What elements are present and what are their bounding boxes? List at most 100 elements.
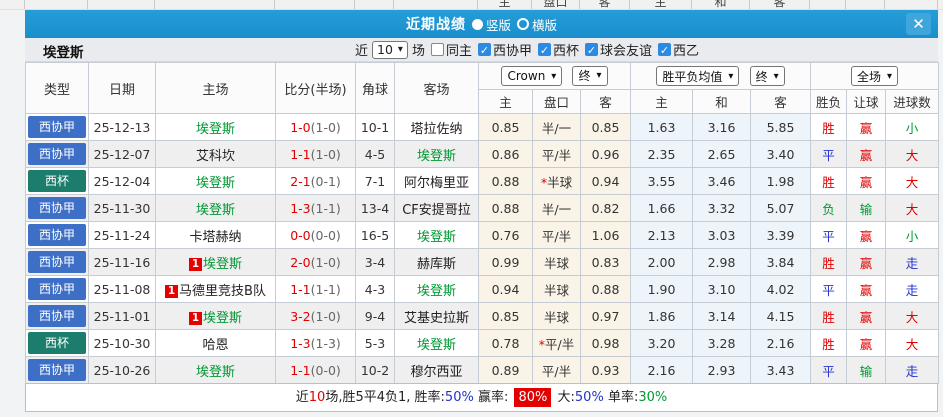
- vertical-layout-radio[interactable]: [471, 18, 483, 30]
- table-row: 西协甲 25-11-30 埃登斯 1-3(1-1) 13-4 CF安提哥拉 0.88 半/一 0…: [25, 194, 940, 222]
- summary-part: 近: [295, 390, 309, 405]
- league-cell: 西杯: [25, 329, 89, 357]
- summary-part: 赢率:: [473, 390, 513, 405]
- halftime-score: (1-1): [310, 200, 341, 216]
- away-team-cell: 埃登斯: [394, 140, 479, 168]
- fulltime-score: 1-3: [290, 200, 311, 216]
- avg-win-cell: 1.90: [630, 275, 694, 303]
- bookmaker-select[interactable]: Crown: [501, 66, 563, 87]
- away-team-name: 阿尔梅里亚: [403, 175, 469, 191]
- result-value: 胜: [822, 120, 835, 136]
- avg-lose-cell: 4.15: [750, 302, 812, 330]
- away-team-cell: 埃登斯: [394, 329, 479, 357]
- summary-part: 80%: [514, 388, 552, 407]
- horizontal-layout-radio[interactable]: [517, 18, 529, 30]
- result-cell: 胜: [810, 302, 848, 330]
- goals-value: 大: [905, 174, 919, 190]
- result-value: 平: [822, 282, 835, 298]
- home-odds-cell: 0.78: [478, 329, 533, 357]
- result-value: 胜: [822, 174, 835, 190]
- league-cell: 西杯: [25, 167, 89, 195]
- halftime-score: (0-0): [310, 227, 341, 243]
- col-header-corner: 角球: [355, 62, 395, 114]
- close-icon[interactable]: ✕: [906, 13, 931, 35]
- filter-row: 埃登斯 近 10 场 同主 西协甲 西杯 球会友谊 西乙: [25, 38, 938, 62]
- away-team-cell: 埃登斯: [394, 221, 479, 249]
- score-cell: 2-0(1-0): [275, 248, 356, 276]
- avg-win-cell: 2.00: [630, 248, 694, 276]
- table-row: 西杯 25-10-30 哈恩 1-3(1-3) 5-3 埃登斯 0.78 *平/半 0.98 3.…: [25, 329, 940, 357]
- goals-cell: 小: [885, 221, 940, 249]
- goals-cell: 大: [885, 167, 940, 195]
- strip-cell: [394, 0, 478, 9]
- fulltime-score: 1-3: [290, 335, 311, 351]
- date-cell: 25-12-04: [88, 167, 156, 195]
- strip-cell: [155, 0, 275, 9]
- col-header-avg-win: 主: [630, 89, 694, 114]
- avg-lose-cell: 3.40: [750, 140, 812, 168]
- score-cell: 2-1(0-1): [275, 167, 356, 195]
- results-table: 类型 日期 主场 比分(半场) 角球 客场 Crown 终 胜平负均值 终: [25, 62, 940, 384]
- league-checkbox-lga[interactable]: [477, 43, 491, 56]
- handicap-cell: *半球: [532, 167, 581, 195]
- halftime-score: (0-0): [310, 362, 341, 378]
- horizontal-layout-label[interactable]: 横版: [532, 15, 557, 34]
- table-row: 西协甲 25-12-07 艾科坎 1-1(1-0) 4-5 埃登斯 0.86 平/半 0.96 2…: [25, 140, 940, 168]
- avg-type-select[interactable]: 胜平负均值: [656, 66, 740, 86]
- league-label-lga: 西协甲: [492, 44, 532, 59]
- summary-part: 50%: [574, 390, 604, 405]
- card-badge-icon: 1: [188, 257, 202, 271]
- match-count-select[interactable]: 10: [372, 40, 408, 59]
- avg-lose-cell: 1.98: [750, 167, 812, 195]
- table-row: 西杯 25-12-04 埃登斯 2-1(0-1) 7-1 阿尔梅里亚 0.88 *半球 0.94…: [25, 167, 940, 195]
- home-odds-cell: 0.88: [478, 167, 533, 195]
- avg-draw-cell: 2.98: [692, 248, 752, 276]
- col-header-handicap: 盘口: [532, 89, 581, 114]
- handicap-value: 半球: [543, 282, 569, 298]
- goals-cell: 大: [885, 140, 940, 168]
- away-team-name: 埃登斯: [416, 148, 456, 164]
- strip-label: 客: [598, 0, 611, 9]
- same-home-checkbox[interactable]: [430, 43, 444, 56]
- away-team-name: CF安提哥拉: [402, 202, 471, 218]
- handicap-value: 平/半: [541, 363, 572, 379]
- league-label-cup: 西杯: [553, 44, 580, 59]
- goals-value: 走: [905, 255, 919, 271]
- handicap-result-cell: 赢: [846, 302, 887, 330]
- league-checkbox-seg[interactable]: [658, 43, 672, 56]
- corner-cell: 9-4: [355, 302, 395, 330]
- handicap-cell: 平/半: [532, 221, 581, 249]
- home-odds-cell: 0.89: [478, 356, 533, 384]
- vertical-layout-label[interactable]: 竖版: [486, 15, 511, 34]
- league-cell: 西协甲: [25, 140, 89, 168]
- goals-cell: 走: [885, 248, 940, 276]
- league-badge: 西协甲: [28, 143, 86, 165]
- away-odds-cell: 0.97: [579, 302, 632, 330]
- col-header-handicap-result: 让球: [846, 89, 887, 114]
- avg-draw-cell: 3.16: [692, 113, 752, 141]
- scope-select[interactable]: 全场: [850, 66, 899, 86]
- odds-state-select[interactable]: 终: [572, 65, 608, 86]
- handicap-result-cell: 赢: [846, 248, 887, 276]
- handicap-result-value: 赢: [859, 147, 873, 163]
- score-cell: 1-1(1-1): [275, 275, 356, 303]
- goals-value: 小: [905, 120, 919, 136]
- recent-results-popup: 近期战绩 竖版 横版 ✕ 埃登斯 近 10 场 同主 西协甲 西杯 球会友谊: [25, 10, 940, 412]
- result-cell: 平: [810, 356, 848, 384]
- result-value: 负: [822, 201, 835, 217]
- col-header-avg-lose: 客: [750, 89, 812, 114]
- date-cell: 25-12-07: [88, 140, 156, 168]
- halftime-score: (1-1): [310, 281, 341, 297]
- fulltime-score: 3-2: [290, 308, 311, 324]
- date-cell: 25-11-16: [88, 248, 156, 276]
- goals-cell: 大: [885, 329, 940, 357]
- avg-state-select[interactable]: 终: [749, 66, 785, 86]
- avg-draw-cell: 3.28: [692, 329, 752, 357]
- home-team-cell: 艾科坎: [155, 140, 276, 168]
- handicap-cell: 平/半: [532, 140, 581, 168]
- near-label: 近: [355, 44, 369, 59]
- league-checkbox-cup[interactable]: [538, 43, 551, 56]
- league-checkbox-friendly[interactable]: [585, 43, 599, 56]
- result-value: 胜: [822, 309, 835, 325]
- avg-draw-cell: 3.10: [692, 275, 752, 303]
